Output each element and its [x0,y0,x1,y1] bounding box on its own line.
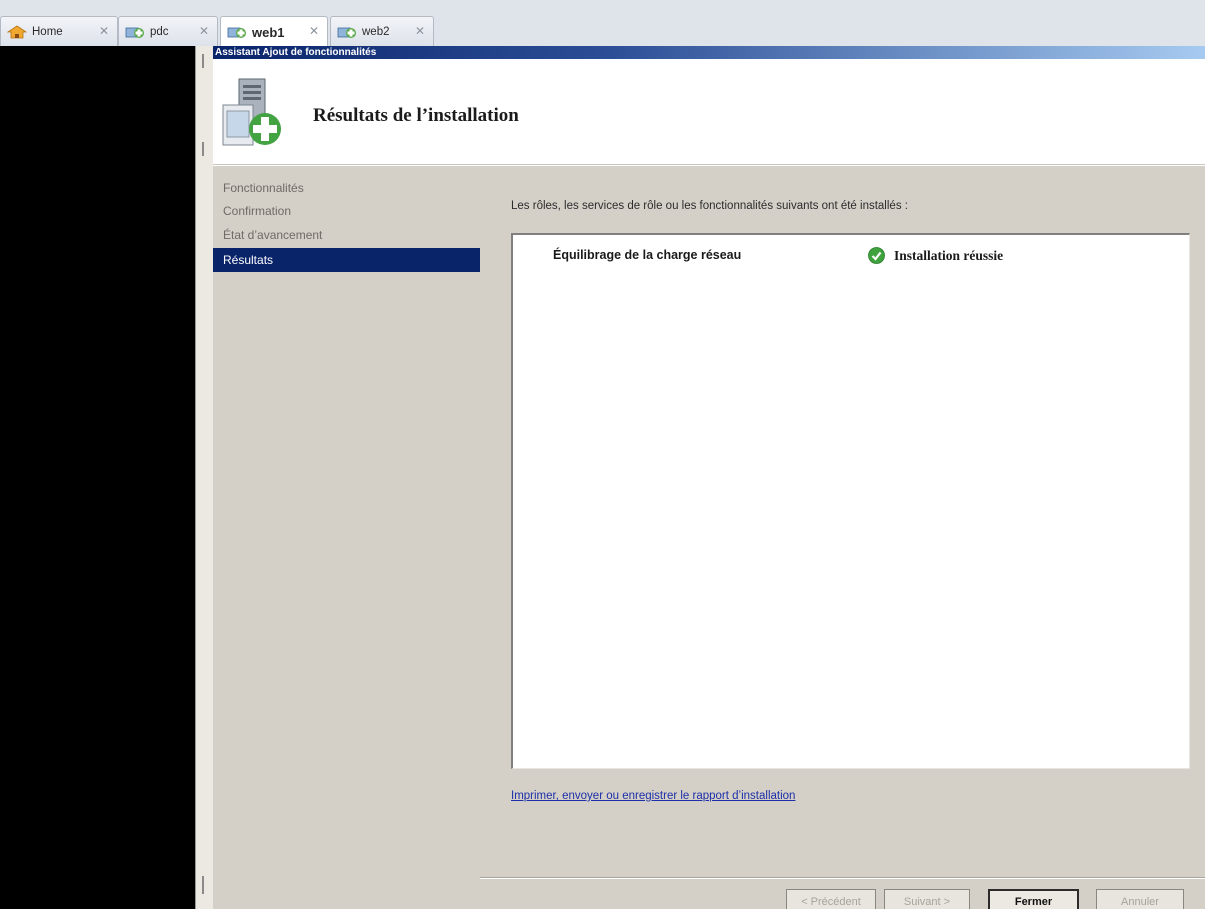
vm-icon [227,27,246,38]
tab-label: web2 [362,25,390,38]
install-status: Installation réussie [894,248,1004,263]
tab-pdc[interactable]: pdc ✕ [118,16,218,46]
close-button[interactable]: Fermer [988,889,1079,909]
nav-step-results[interactable]: Résultats [213,248,480,272]
previous-button[interactable]: < Précédent [786,889,876,909]
tab-label: Home [32,25,63,38]
close-icon[interactable]: ✕ [99,24,109,38]
wizard-title-bar[interactable]: Assistant Ajout de fonctionnalités [213,46,1205,59]
results-list[interactable]: Équilibrage de la charge réseau Installa… [511,233,1190,769]
wizard-step-nav: Fonctionnalités Confirmation État d’avan… [213,166,480,909]
tab-home[interactable]: Home ✕ [0,16,118,46]
server-add-icon [222,78,281,146]
console-black-area [0,46,195,909]
close-icon[interactable]: ✕ [199,24,209,38]
nav-step-progress[interactable]: État d’avancement [213,223,480,247]
vm-icon [125,27,144,38]
wizard-header: Résultats de l’installation [213,59,1205,165]
add-features-wizard: Assistant Ajout de fonctionnalités Résul… [213,46,1205,909]
frame-mark [202,54,204,68]
results-intro-text: Les rôles, les services de rôle ou les f… [511,200,908,212]
tab-web1[interactable]: web1 ✕ [220,16,328,47]
footer-divider [480,877,1205,879]
wizard-content: Les rôles, les services de rôle ou les f… [480,166,1205,909]
success-check-icon [868,247,885,264]
home-icon [7,25,27,38]
frame-mark [202,876,204,894]
vm-tab-bar: Home ✕ pdc ✕ web1 ✕ web2 ✕ [0,0,1205,47]
page-title: Résultats de l’installation [313,105,519,126]
tab-label: web1 [252,24,285,40]
nav-step-confirmation[interactable]: Confirmation [213,199,480,223]
tab-web2[interactable]: web2 ✕ [330,16,434,46]
tab-label: pdc [150,25,169,38]
console-frame-edge [195,46,213,909]
feature-name: Équilibrage de la charge réseau [553,248,742,262]
close-icon[interactable]: ✕ [415,24,425,38]
nav-step-features[interactable]: Fonctionnalités [213,176,480,200]
close-icon[interactable]: ✕ [309,24,319,38]
next-button[interactable]: Suivant > [884,889,970,909]
frame-mark [202,142,204,156]
cancel-button[interactable]: Annuler [1096,889,1184,909]
install-report-link[interactable]: Imprimer, envoyer ou enregistrer le rapp… [511,790,795,802]
vm-icon [337,27,356,38]
